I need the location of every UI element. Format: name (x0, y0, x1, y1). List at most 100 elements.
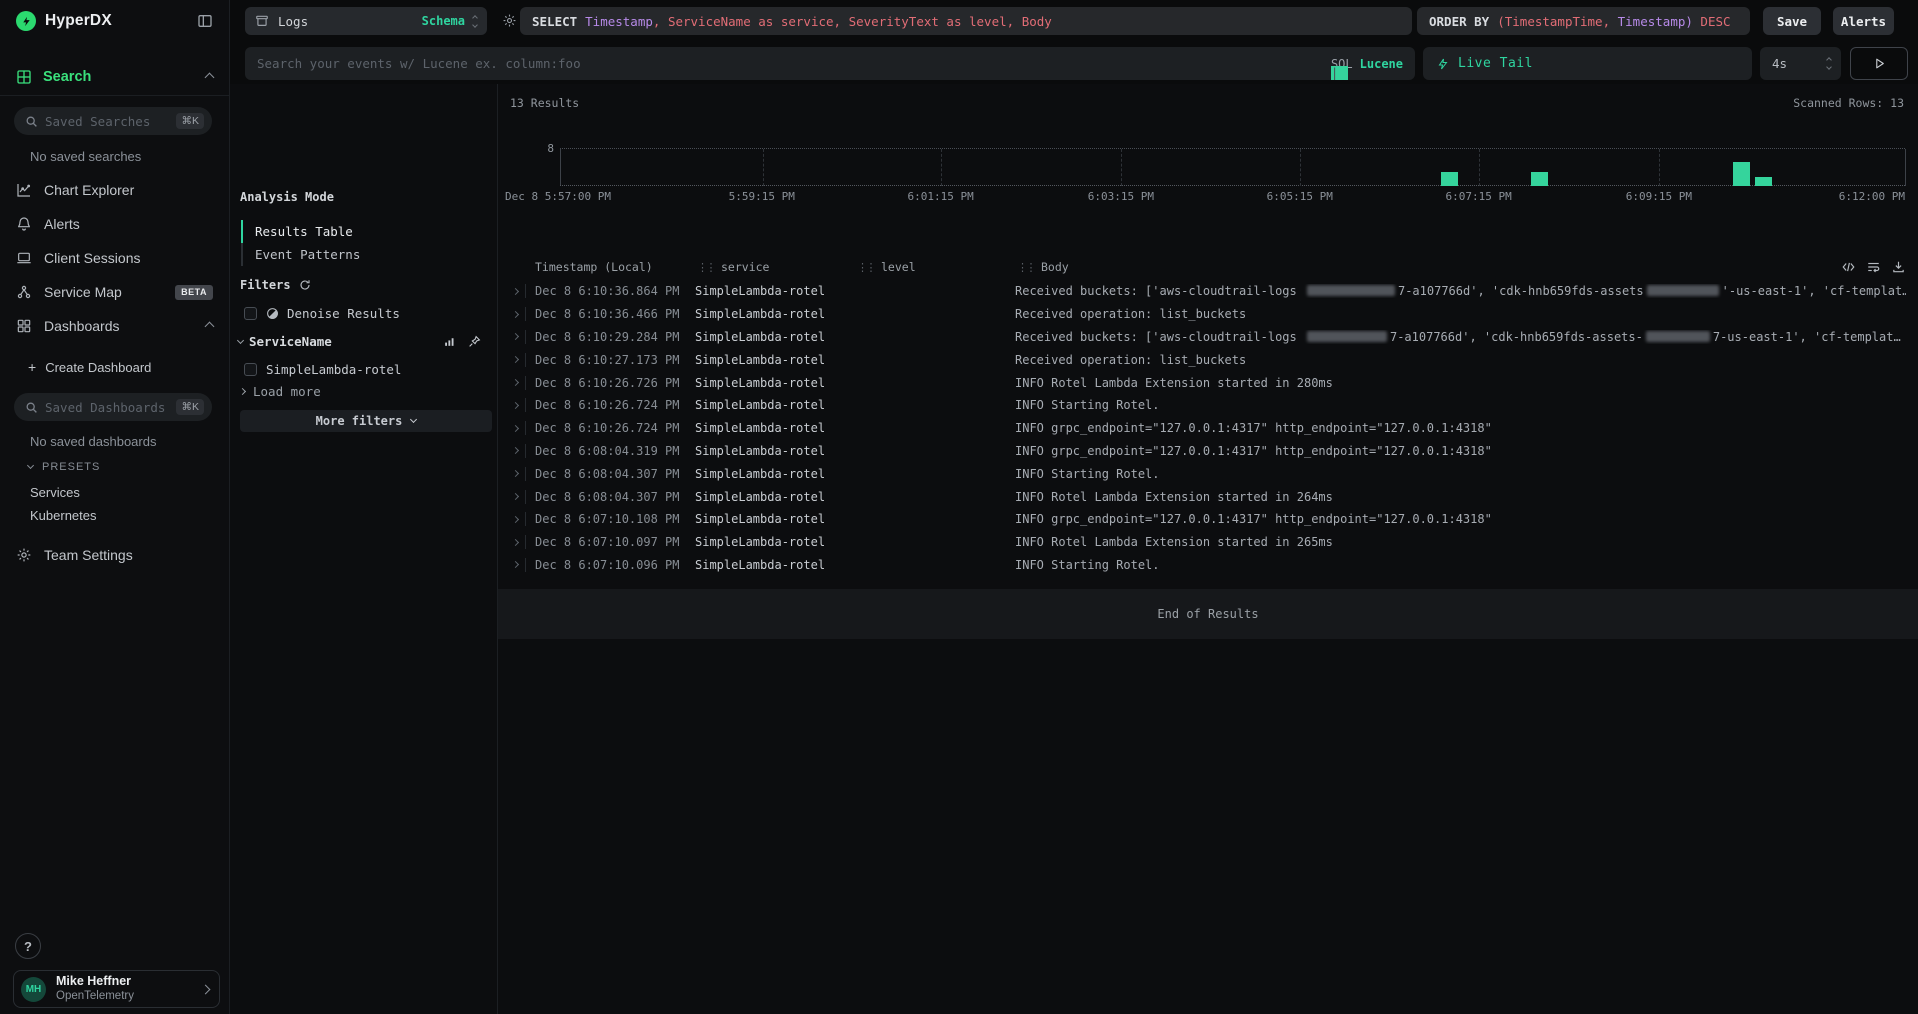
facet-simplelambda-row[interactable]: SimpleLambda-rotel (244, 362, 401, 377)
sidebar: HyperDX Search ⌘K No saved searches Char… (0, 0, 230, 1014)
alerts-button[interactable]: Alerts (1833, 7, 1894, 35)
sidebar-item-label: Client Sessions (44, 250, 141, 266)
presets-toggle[interactable]: PRESETS (0, 459, 229, 475)
saved-dashboards-search[interactable]: ⌘K (14, 393, 212, 421)
presets-label: PRESETS (42, 461, 100, 473)
table-row[interactable]: Dec 8 6:10:29.284 PMSimpleLambda-rotelRe… (510, 326, 1906, 349)
chart-bar[interactable] (1755, 177, 1772, 187)
source-select[interactable]: Logs Schema (245, 7, 487, 35)
cell-body: Received buckets: ['aws-cloudtrail-logs … (1015, 284, 1906, 298)
table-row[interactable]: Dec 8 6:07:10.096 PMSimpleLambda-rotelIN… (510, 554, 1906, 577)
table-row[interactable]: Dec 8 6:08:04.307 PMSimpleLambda-rotelIN… (510, 485, 1906, 508)
more-filters-button[interactable]: More filters (240, 410, 492, 432)
play-button[interactable] (1850, 47, 1908, 80)
refresh-interval-select[interactable]: 4s (1760, 47, 1841, 80)
code-view-icon[interactable] (1841, 260, 1856, 274)
cell-service: SimpleLambda-rotel (695, 353, 855, 367)
mode-event-patterns[interactable]: Event Patterns (241, 243, 477, 266)
help-button[interactable]: ? (15, 933, 41, 959)
denoise-filter-row[interactable]: Denoise Results (244, 306, 400, 321)
order-by-text: (TimestampTime, Timestamp) DESC (1497, 14, 1730, 29)
create-dashboard-button[interactable]: + Create Dashboard (0, 355, 229, 379)
chart-tick-label: 6:12:00 PM (1839, 190, 1905, 203)
table-row[interactable]: Dec 8 6:10:26.726 PMSimpleLambda-rotelIN… (510, 371, 1906, 394)
cell-body: INFO Starting Rotel. (1015, 467, 1906, 481)
cell-timestamp: Dec 8 6:07:10.096 PM (525, 558, 695, 572)
mode-results-table[interactable]: Results Table (241, 220, 477, 243)
select-query-input[interactable]: SELECT Timestamp, ServiceName as service… (520, 7, 1412, 35)
lucene-mode-toggle[interactable]: Lucene (1360, 57, 1403, 71)
chart-bar[interactable] (1531, 172, 1548, 186)
table-row[interactable]: Dec 8 6:10:27.173 PMSimpleLambda-rotelRe… (510, 348, 1906, 371)
table-row[interactable]: Dec 8 6:10:36.864 PMSimpleLambda-rotelRe… (510, 280, 1906, 303)
table-row[interactable]: Dec 8 6:10:26.724 PMSimpleLambda-rotelIN… (510, 394, 1906, 417)
servicename-group-row[interactable]: ServiceName (238, 334, 481, 349)
table-row[interactable]: Dec 8 6:10:36.466 PMSimpleLambda-rotelRe… (510, 303, 1906, 326)
chevron-up-icon[interactable] (205, 321, 215, 331)
preset-item-kubernetes[interactable]: Kubernetes (0, 504, 229, 526)
drag-handle-icon[interactable]: ⋮⋮ (857, 261, 874, 274)
redacted-text (1646, 331, 1710, 342)
cell-body: INFO grpc_endpoint="127.0.0.1:4317" http… (1015, 512, 1906, 526)
table-row[interactable]: Dec 8 6:07:10.108 PMSimpleLambda-rotelIN… (510, 508, 1906, 531)
user-menu[interactable]: MH Mike Heffner OpenTelemetry (13, 970, 220, 1008)
download-icon[interactable] (1891, 260, 1906, 274)
wrap-text-icon[interactable] (1866, 260, 1881, 274)
table-row[interactable]: Dec 8 6:08:04.319 PMSimpleLambda-rotelIN… (510, 440, 1906, 463)
refresh-icon[interactable] (299, 279, 311, 291)
column-header-timestamp[interactable]: Timestamp (Local) (535, 260, 653, 274)
chart-tick-label: 5:59:15 PM (729, 190, 795, 203)
saved-searches-input[interactable] (45, 114, 176, 129)
order-by-input[interactable]: ORDER BY (TimestampTime, Timestamp) DESC (1417, 7, 1750, 35)
sidebar-item-chart-explorer[interactable]: Chart Explorer (0, 176, 229, 204)
query-token: (TimestampTime, (1497, 14, 1610, 29)
collapse-sidebar-icon[interactable] (197, 13, 213, 29)
drag-handle-icon[interactable]: ⋮⋮ (1017, 261, 1034, 274)
facet-chart-icon[interactable] (443, 335, 456, 348)
live-tail-button[interactable]: Live Tail (1423, 47, 1752, 80)
pin-icon[interactable] (468, 335, 481, 348)
table-row[interactable]: Dec 8 6:10:26.724 PMSimpleLambda-rotelIN… (510, 417, 1906, 440)
cell-service: SimpleLambda-rotel (695, 535, 855, 549)
preset-item-services[interactable]: Services (0, 481, 229, 503)
app-header: HyperDX (0, 0, 229, 42)
chart-tick-label: 6:07:15 PM (1446, 190, 1512, 203)
drag-handle-icon[interactable]: ⋮⋮ (697, 261, 714, 274)
cell-body: Received buckets: ['aws-cloudtrail-logs … (1015, 330, 1906, 344)
cell-body: INFO Starting Rotel. (1015, 558, 1906, 572)
column-header-body[interactable]: Body (1041, 260, 1069, 274)
chart-explorer-icon (16, 182, 32, 198)
sidebar-item-alerts[interactable]: Alerts (0, 210, 229, 238)
redacted-text (1307, 331, 1387, 342)
saved-searches-search[interactable]: ⌘K (14, 107, 212, 135)
facet-checkbox[interactable] (244, 363, 257, 376)
chart-x-axis: Dec 8 5:57:00 PM5:59:15 PM6:01:15 PM6:03… (560, 190, 1905, 204)
source-settings-gear-icon[interactable] (502, 13, 517, 28)
saved-dashboards-input[interactable] (45, 400, 176, 415)
facet-label: SimpleLambda-rotel (266, 362, 401, 377)
interval-value: 4s (1772, 56, 1787, 71)
denoise-icon (266, 307, 279, 320)
column-header-level[interactable]: level (881, 260, 916, 274)
sidebar-item-search[interactable]: Search (0, 62, 229, 92)
event-search-bar[interactable]: SQL | Lucene (245, 47, 1415, 80)
sidebar-item-service-map[interactable]: Service Map BETA (0, 278, 229, 306)
cell-service: SimpleLambda-rotel (695, 512, 855, 526)
sidebar-item-team-settings[interactable]: Team Settings (0, 541, 229, 569)
load-more-button[interactable]: Load more (240, 384, 321, 399)
event-search-input[interactable] (257, 56, 1331, 71)
create-dashboard-label: Create Dashboard (45, 360, 151, 375)
denoise-checkbox[interactable] (244, 307, 257, 320)
column-header-service[interactable]: service (721, 260, 769, 274)
query-token: SeverityText as level (849, 14, 1007, 29)
cell-body: INFO grpc_endpoint="127.0.0.1:4317" http… (1015, 421, 1906, 435)
chevron-up-icon[interactable] (205, 72, 215, 82)
sidebar-item-dashboards[interactable]: Dashboards (0, 312, 229, 340)
table-row[interactable]: Dec 8 6:08:04.307 PMSimpleLambda-rotelIN… (510, 462, 1906, 485)
chart-bar[interactable] (1441, 172, 1458, 186)
table-row[interactable]: Dec 8 6:07:10.097 PMSimpleLambda-rotelIN… (510, 531, 1906, 554)
sidebar-item-client-sessions[interactable]: Client Sessions (0, 244, 229, 272)
save-button[interactable]: Save (1763, 7, 1821, 35)
shortcut-badge: ⌘K (176, 399, 204, 415)
chart-bar[interactable] (1733, 162, 1750, 186)
